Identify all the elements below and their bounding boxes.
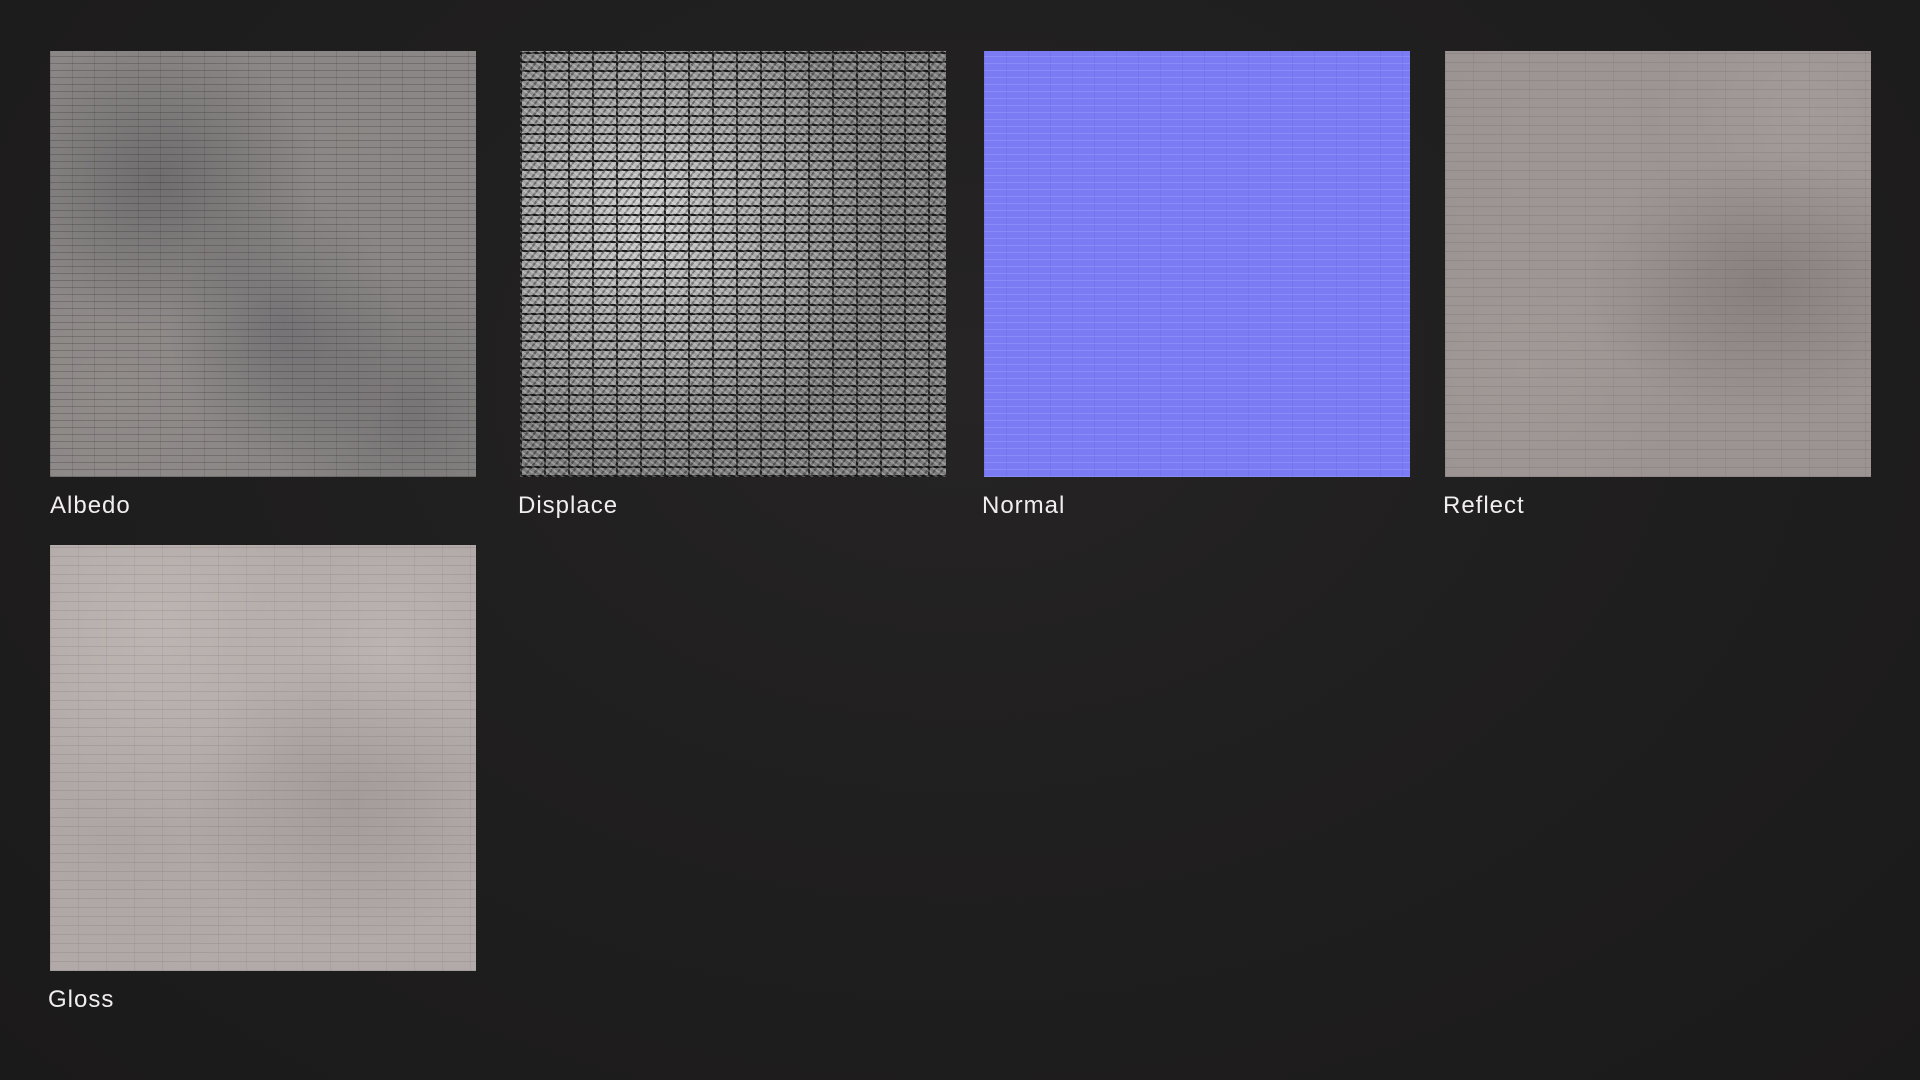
- displace-map-preview[interactable]: [520, 51, 946, 477]
- albedo-map-preview[interactable]: [50, 51, 476, 477]
- texture-tile-displace[interactable]: Displace: [518, 51, 946, 520]
- normal-map-label: Normal: [982, 492, 1066, 519]
- displace-map-label: Displace: [518, 492, 619, 519]
- texture-tile-reflect[interactable]: Reflect: [1443, 51, 1871, 520]
- normal-map-preview[interactable]: [984, 51, 1410, 477]
- reflect-map-preview[interactable]: [1445, 51, 1871, 477]
- gloss-map-label: Gloss: [48, 986, 115, 1013]
- texture-tile-albedo[interactable]: Albedo: [50, 51, 476, 520]
- texture-tile-gloss[interactable]: Gloss: [48, 545, 476, 1014]
- albedo-map-label: Albedo: [50, 492, 131, 519]
- texture-tile-normal[interactable]: Normal: [982, 51, 1410, 520]
- texture-map-grid: Albedo Displace Normal Reflect Gloss: [0, 0, 1920, 1080]
- reflect-map-label: Reflect: [1443, 492, 1525, 519]
- gloss-map-preview[interactable]: [50, 545, 476, 971]
